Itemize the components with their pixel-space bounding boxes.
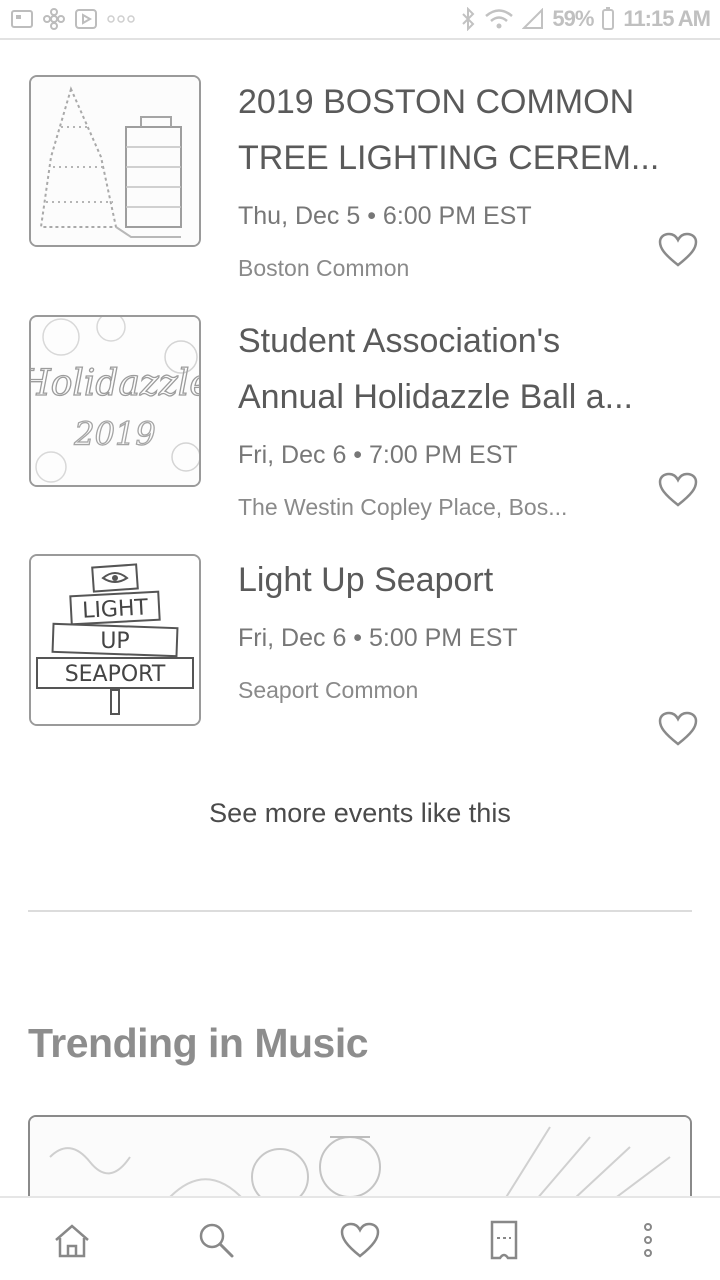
heart-icon[interactable]	[338, 1218, 382, 1262]
bottom-navigation	[0, 1196, 720, 1280]
status-bar-right: 59% 11:15 AM	[460, 6, 711, 32]
wifi-icon	[485, 9, 514, 29]
search-icon[interactable]	[194, 1218, 238, 1262]
event-venue: Seaport Common	[238, 677, 419, 703]
holidazzle-year-text: 2019	[73, 415, 155, 453]
light-text: LIGHT	[82, 595, 150, 623]
bluetooth-icon	[462, 7, 475, 31]
trending-section-title: Trending in Music	[28, 1020, 369, 1066]
status-bar: 59% 11:15 AM	[0, 0, 720, 40]
status-bar-left	[10, 7, 136, 31]
event-title-line1[interactable]: 2019 BOSTON COMMON	[238, 74, 688, 130]
holidazzle-text: Holidazzle	[31, 363, 199, 404]
event-venue: Boston Common	[238, 255, 410, 281]
event-title-line2[interactable]: Annual Holidazzle Ball a...	[238, 369, 688, 425]
seaport-text: SEAPORT	[65, 662, 166, 687]
see-more-events-link[interactable]: See more events like this	[0, 798, 720, 829]
more-vertical-icon[interactable]	[626, 1218, 670, 1262]
event-title-line1[interactable]: Student Association's	[238, 313, 688, 369]
favorite-heart-icon[interactable]	[658, 711, 698, 747]
event-image-holidazzle[interactable]: Holidazzle 2019	[29, 315, 201, 487]
play-store-icon	[75, 9, 97, 29]
up-text: UP	[100, 629, 129, 654]
event-venue: The Westin Copley Place, Bos...	[238, 494, 568, 520]
tickets-icon[interactable]	[482, 1218, 526, 1262]
tree-photo-image	[31, 77, 199, 245]
event-date: Fri, Dec 6 • 5:00 PM EST	[238, 624, 518, 652]
home-icon[interactable]	[50, 1218, 94, 1262]
clock: 11:15 AM	[623, 6, 711, 31]
battery-percent: 59%	[552, 6, 594, 31]
flower-icon	[43, 8, 65, 30]
light-up-seaport-logo-image: LIGHT UP SEAPORT	[31, 556, 199, 724]
more-dots-icon	[107, 15, 135, 23]
event-title-line2[interactable]: TREE LIGHTING CEREM...	[238, 130, 688, 186]
signal-icon	[522, 8, 544, 29]
event-title-line1[interactable]: Light Up Seaport	[238, 552, 688, 608]
gallery-icon	[11, 10, 33, 28]
app-screen: 59% 11:15 AM 2019 BOSTON COMMON TREE LIG…	[0, 0, 720, 1280]
event-date: Thu, Dec 5 • 6:00 PM EST	[238, 202, 532, 230]
holidazzle-logo-image: Holidazzle 2019	[31, 317, 199, 485]
event-image-tree[interactable]	[29, 75, 201, 247]
event-date: Fri, Dec 6 • 7:00 PM EST	[238, 441, 518, 469]
event-image-seaport[interactable]: LIGHT UP SEAPORT	[29, 554, 201, 726]
favorite-heart-icon[interactable]	[658, 232, 698, 268]
battery-icon	[602, 7, 615, 30]
section-divider	[28, 910, 692, 912]
favorite-heart-icon[interactable]	[658, 472, 698, 508]
